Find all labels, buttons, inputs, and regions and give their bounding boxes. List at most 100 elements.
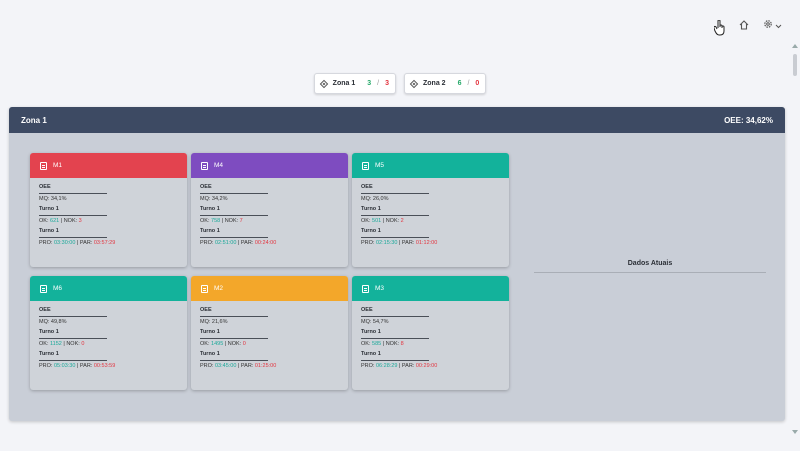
zone-nok-count: 3 (385, 80, 389, 87)
mq-value: MQ: 34,2% (200, 195, 228, 202)
machine-name: M3 (375, 285, 385, 292)
pro-par-row: PRO: 06:28:29 | PAR: 00:29:00 (361, 362, 500, 370)
scrollbar[interactable] (792, 44, 798, 434)
ok-nok-row: OK: 501 | NOK: 2 (361, 217, 500, 225)
ok-nok-row: OK: 1495 | NOK: 0 (200, 340, 339, 348)
zone-icon (319, 79, 328, 88)
home-icon[interactable] (739, 20, 749, 30)
field-label: OK: (361, 217, 373, 224)
pro-value: 06:28:29 (375, 362, 398, 369)
turno-title: Turno 1 (39, 351, 59, 357)
nok-value: 7 (239, 217, 243, 224)
document-icon (40, 284, 47, 293)
field-label: OK: (200, 340, 212, 347)
machine-card-m3[interactable]: M3 OEE MQ: 54,7% Turno 1 OK: 585 | NOK: … (352, 276, 509, 390)
turno-title: Turno 1 (200, 228, 220, 234)
turno-title: Turno 1 (39, 206, 59, 212)
pro-par-row: PRO: 03:45:00 | PAR: 01:25:00 (200, 362, 339, 370)
field-label: | PAR: (236, 362, 255, 369)
field-label: | PAR: (397, 239, 416, 246)
mq-value: MQ: 26,0% (361, 195, 389, 202)
machine-card-header: M5 (352, 153, 509, 178)
field-label: | NOK: (220, 217, 240, 224)
turno-title: Turno 1 (39, 329, 59, 335)
zone-label: Zona 1 (332, 80, 356, 87)
machine-card-body: OEE MQ: 34,2% Turno 1 OK: 758 | NOK: 7 T… (191, 178, 348, 246)
oee-title: OEE (361, 307, 373, 313)
machine-card-m5[interactable]: M5 OEE MQ: 26,0% Turno 1 OK: 501 | NOK: … (352, 153, 509, 267)
nok-value: 0 (81, 340, 85, 347)
turno-title: Turno 1 (361, 351, 381, 357)
nok-value: 3 (78, 217, 82, 224)
zone-button-1[interactable]: Zona 1 3 / 3 (313, 73, 396, 94)
mq-value: MQ: 21,6% (200, 318, 228, 325)
machine-card-m4[interactable]: M4 OEE MQ: 34,2% Turno 1 OK: 758 | NOK: … (191, 153, 348, 267)
par-value: 01:12:00 (415, 239, 438, 246)
zone-panel: Zona 1 OEE: 34,62% M1 OEE MQ: 34,1% Turn… (9, 107, 785, 421)
machine-card-header: M1 (30, 153, 187, 178)
zone-icon (409, 79, 419, 88)
machine-card-header: M4 (191, 153, 348, 178)
par-value: 00:53:59 (93, 362, 116, 369)
field-label: OK: (200, 217, 212, 224)
turno-title: Turno 1 (361, 329, 381, 335)
top-toolbar (739, 18, 782, 32)
zone-panel-title: Zona 1 (21, 115, 47, 125)
oee-title: OEE (361, 184, 373, 190)
field-label: | NOK: (61, 340, 82, 347)
par-value: 01:25:00 (254, 362, 277, 369)
machine-card-m2[interactable]: M2 OEE MQ: 21,6% Turno 1 OK: 1495 | NOK:… (191, 276, 348, 390)
pro-par-row: PRO: 02:15:30 | PAR: 01:12:00 (361, 239, 500, 247)
zone-label: Zona 2 (423, 80, 446, 87)
ok-nok-row: OK: 585 | NOK: 8 (361, 340, 500, 348)
pro-par-row: PRO: 03:30:00 | PAR: 03:57:29 (39, 239, 178, 247)
dados-atuais-section: Dados Atuais (534, 260, 766, 273)
zone-nok-count: 0 (475, 80, 480, 87)
zone-selector: Zona 1 3 / 3 Zona 2 6 / 0 (0, 73, 800, 94)
pro-par-row: PRO: 05:03:30 | PAR: 00:53:59 (39, 362, 178, 370)
machine-name: M5 (375, 162, 385, 169)
machine-card-body: OEE MQ: 26,0% Turno 1 OK: 501 | NOK: 2 T… (352, 178, 509, 246)
ok-value: 585 (372, 340, 382, 347)
machine-name: M4 (214, 162, 224, 169)
field-label: | NOK: (381, 217, 401, 224)
mq-value: MQ: 49,8% (39, 318, 67, 325)
field-label: PRO: (200, 239, 215, 246)
turno-title: Turno 1 (200, 329, 220, 335)
nok-value: 8 (400, 340, 404, 347)
field-label: PRO: (361, 362, 376, 369)
machine-card-header: M3 (352, 276, 509, 301)
nok-value: 2 (400, 217, 404, 224)
document-icon (362, 284, 369, 293)
ok-value: 758 (211, 217, 221, 224)
machine-card-m6[interactable]: M6 OEE MQ: 49,8% Turno 1 OK: 1152 | NOK:… (30, 276, 187, 390)
machine-name: M6 (53, 285, 63, 292)
document-icon (362, 161, 369, 170)
turno-title: Turno 1 (200, 351, 220, 357)
par-value: 00:24:00 (254, 239, 277, 246)
zone-ok-count: 3 (367, 80, 372, 87)
par-value: 03:57:29 (93, 239, 116, 246)
field-label: OK: (39, 217, 51, 224)
machine-grid: M1 OEE MQ: 34,1% Turno 1 OK: 621 | NOK: … (30, 153, 509, 390)
field-label: OK: (39, 340, 51, 347)
machine-card-m1[interactable]: M1 OEE MQ: 34,1% Turno 1 OK: 621 | NOK: … (30, 153, 187, 267)
document-icon (201, 284, 208, 293)
field-label: | PAR: (75, 362, 94, 369)
zone-button-2[interactable]: Zona 2 6 / 0 (404, 73, 487, 94)
pro-value: 05:03:30 (53, 362, 76, 369)
field-label: | NOK: (59, 217, 79, 224)
chevron-down-icon (775, 18, 782, 32)
pro-value: 03:45:00 (214, 362, 237, 369)
machine-name: M2 (214, 285, 224, 292)
ok-value: 621 (50, 217, 60, 224)
turno-title: Turno 1 (200, 206, 220, 212)
oee-title: OEE (200, 184, 212, 190)
field-label: OK: (361, 340, 373, 347)
field-label: | PAR: (236, 239, 255, 246)
gear-icon (763, 18, 773, 32)
pro-value: 03:30:00 (53, 239, 76, 246)
oee-title: OEE (200, 307, 212, 313)
settings-menu[interactable] (763, 18, 782, 32)
field-label: PRO: (361, 239, 376, 246)
